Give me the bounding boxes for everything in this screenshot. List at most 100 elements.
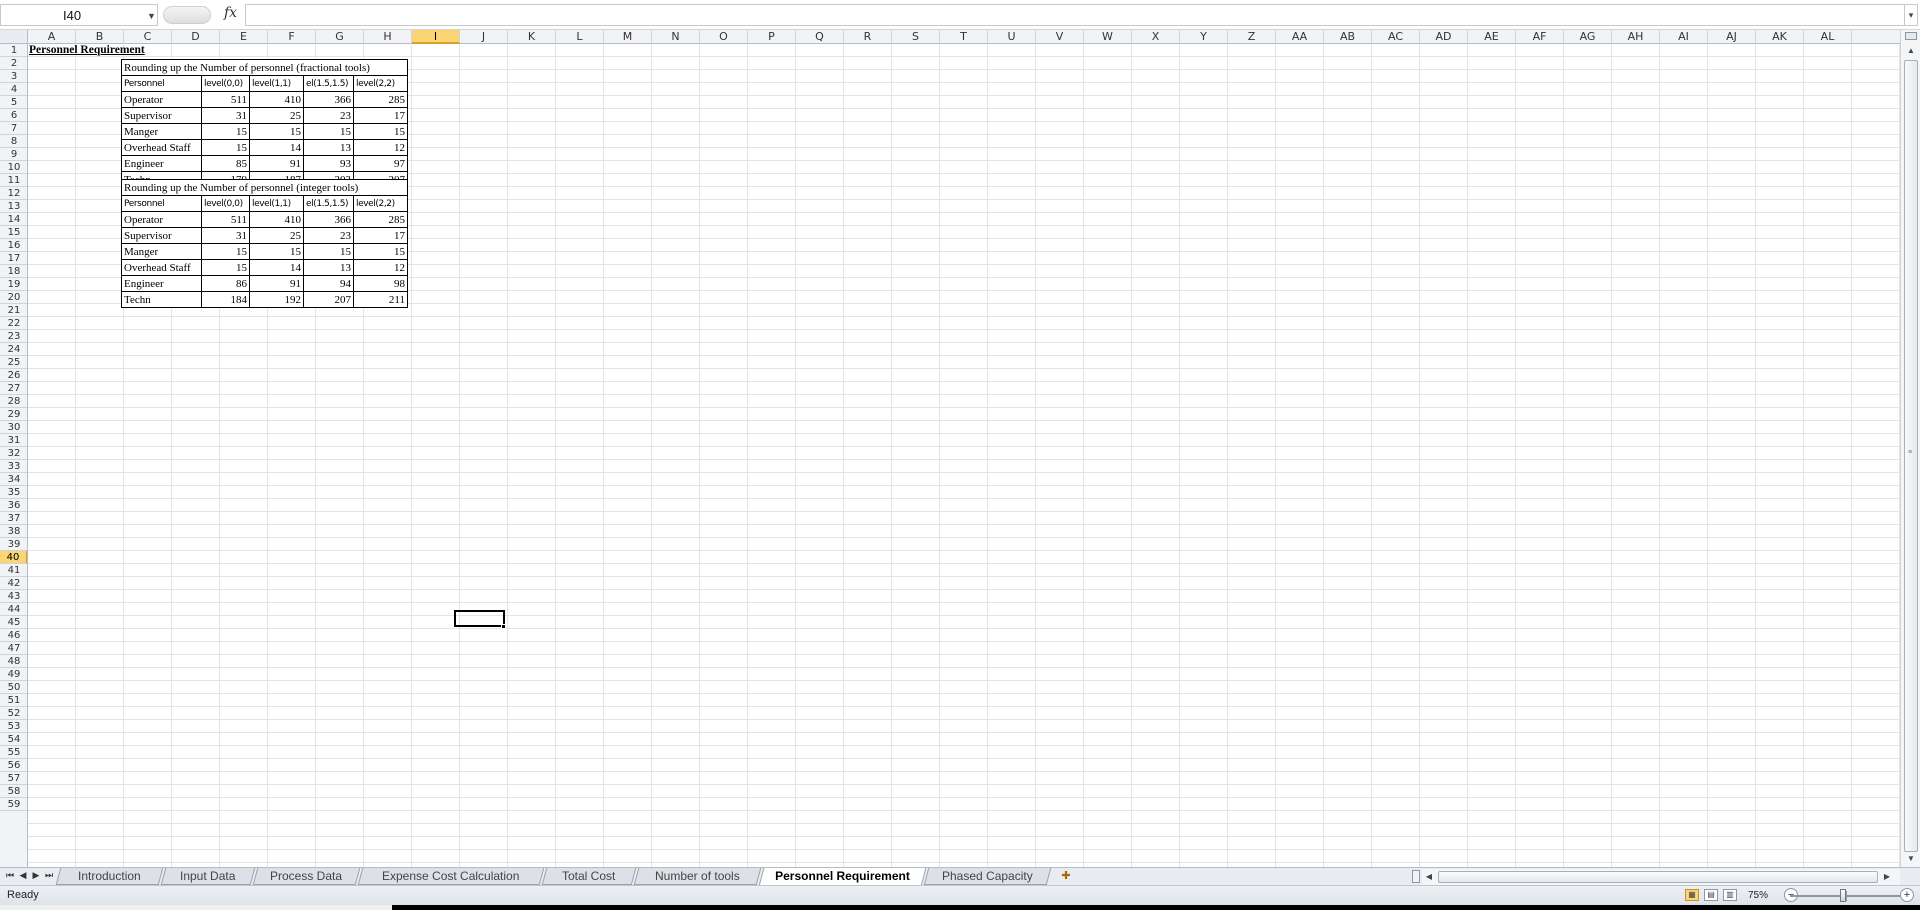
personnel-label-cell[interactable]: Manger [121, 243, 202, 260]
row-header-15[interactable]: 15 [0, 226, 27, 239]
column-header-x[interactable]: X [1132, 30, 1180, 44]
value-cell[interactable]: 85 [201, 155, 250, 172]
value-cell[interactable]: 192 [249, 291, 304, 308]
row-header-46[interactable]: 46 [0, 629, 27, 642]
sheet-tab-personnel-requirement[interactable]: Personnel Requirement [758, 868, 927, 886]
value-cell[interactable]: 14 [249, 259, 304, 276]
value-cell[interactable]: 15 [303, 243, 354, 260]
column-header-o[interactable]: O [700, 30, 748, 44]
formula-bar-handle[interactable] [163, 6, 211, 24]
value-cell[interactable]: 17 [353, 227, 408, 244]
row-header-5[interactable]: 5 [0, 96, 27, 109]
formula-input[interactable] [245, 4, 1905, 26]
row-header-3[interactable]: 3 [0, 70, 27, 83]
row-header-50[interactable]: 50 [0, 681, 27, 694]
value-cell[interactable]: 98 [353, 275, 408, 292]
value-cell[interactable]: 25 [249, 107, 304, 124]
value-cell[interactable]: 31 [201, 107, 250, 124]
value-cell[interactable]: 184 [201, 291, 250, 308]
row-header-11[interactable]: 11 [0, 174, 27, 187]
row-header-41[interactable]: 41 [0, 564, 27, 577]
select-all-corner[interactable] [0, 30, 28, 44]
column-header-j[interactable]: J [460, 30, 508, 44]
row-header-36[interactable]: 36 [0, 499, 27, 512]
row-header-45[interactable]: 45 [0, 616, 27, 629]
value-cell[interactable]: 15 [201, 259, 250, 276]
sheet-tab-introduction[interactable]: Introduction [55, 868, 164, 885]
table-header-cell[interactable]: level(0,0) [201, 195, 250, 212]
sheet-tab-phased-capacity[interactable]: Phased Capacity [923, 868, 1052, 885]
value-cell[interactable]: 15 [201, 123, 250, 140]
row-header-13[interactable]: 13 [0, 200, 27, 213]
row-header-47[interactable]: 47 [0, 642, 27, 655]
row-header-48[interactable]: 48 [0, 655, 27, 668]
personnel-label-cell[interactable]: Overhead Staff [121, 259, 202, 276]
value-cell[interactable]: 97 [353, 155, 408, 172]
row-header-24[interactable]: 24 [0, 343, 27, 356]
row-header-40[interactable]: 40 [0, 551, 27, 564]
row-header-18[interactable]: 18 [0, 265, 27, 278]
row-header-43[interactable]: 43 [0, 590, 27, 603]
row-header-31[interactable]: 31 [0, 434, 27, 447]
column-header-ai[interactable]: AI [1660, 30, 1708, 44]
column-header-m[interactable]: M [604, 30, 652, 44]
sheet-tab-number-of-tools[interactable]: Number of tools [633, 868, 762, 885]
column-header-t[interactable]: T [940, 30, 988, 44]
vertical-scroll-thumb[interactable]: ≡ [1904, 60, 1918, 852]
column-header-c[interactable]: C [124, 30, 172, 44]
column-header-y[interactable]: Y [1180, 30, 1228, 44]
row-header-22[interactable]: 22 [0, 317, 27, 330]
table-header-cell[interactable]: level(1,1) [249, 75, 304, 92]
value-cell[interactable]: 12 [353, 259, 408, 276]
vertical-scrollbar[interactable]: ▲ ≡ ▼ [1900, 30, 1920, 867]
value-cell[interactable]: 86 [201, 275, 250, 292]
row-header-28[interactable]: 28 [0, 395, 27, 408]
column-header-d[interactable]: D [172, 30, 220, 44]
column-header-ab[interactable]: AB [1324, 30, 1372, 44]
scroll-down-arrow-icon[interactable]: ▼ [1903, 852, 1919, 866]
table-header-cell[interactable]: level(2,2) [353, 75, 408, 92]
row-header-51[interactable]: 51 [0, 694, 27, 707]
value-cell[interactable]: 23 [303, 227, 354, 244]
table-header-cell[interactable]: level(0,0) [201, 75, 250, 92]
column-header-ad[interactable]: AD [1420, 30, 1468, 44]
page-layout-view-icon[interactable]: ▤ [1704, 889, 1718, 901]
column-header-p[interactable]: P [748, 30, 796, 44]
value-cell[interactable]: 511 [201, 211, 250, 228]
column-header-af[interactable]: AF [1516, 30, 1564, 44]
row-header-21[interactable]: 21 [0, 304, 27, 317]
row-header-38[interactable]: 38 [0, 525, 27, 538]
insert-sheet-icon[interactable]: ✚ [1055, 869, 1077, 883]
table-header-cell[interactable]: level(1,1) [249, 195, 304, 212]
value-cell[interactable]: 13 [303, 139, 354, 156]
value-cell[interactable]: 23 [303, 107, 354, 124]
value-cell[interactable]: 15 [201, 139, 250, 156]
next-sheet-icon[interactable]: ▶ [30, 870, 42, 881]
column-header-e[interactable]: E [220, 30, 268, 44]
table-header-cell[interactable]: el(1.5,1.5) [303, 75, 354, 92]
row-header-25[interactable]: 25 [0, 356, 27, 369]
scroll-right-arrow-icon[interactable]: ▶ [1880, 869, 1894, 885]
table-caption[interactable]: Rounding up the Number of personnel (fra… [121, 59, 408, 76]
column-header-al[interactable]: AL [1804, 30, 1852, 44]
personnel-label-cell[interactable]: Overhead Staff [121, 139, 202, 156]
zoom-in-icon[interactable]: + [1900, 888, 1914, 902]
column-header-n[interactable]: N [652, 30, 700, 44]
row-header-52[interactable]: 52 [0, 707, 27, 720]
horizontal-split-handle[interactable] [1412, 870, 1420, 883]
row-header-2[interactable]: 2 [0, 57, 27, 70]
personnel-label-cell[interactable]: Manger [121, 123, 202, 140]
value-cell[interactable]: 15 [249, 243, 304, 260]
row-header-56[interactable]: 56 [0, 759, 27, 772]
value-cell[interactable]: 91 [249, 155, 304, 172]
row-header-12[interactable]: 12 [0, 187, 27, 200]
column-header-ah[interactable]: AH [1612, 30, 1660, 44]
zoom-slider-thumb[interactable] [1839, 889, 1846, 902]
row-header-26[interactable]: 26 [0, 369, 27, 382]
value-cell[interactable]: 207 [303, 291, 354, 308]
row-header-19[interactable]: 19 [0, 278, 27, 291]
value-cell[interactable]: 17 [353, 107, 408, 124]
personnel-label-cell[interactable]: Supervisor [121, 107, 202, 124]
value-cell[interactable]: 511 [201, 91, 250, 108]
zoom-level[interactable]: 75% [1748, 890, 1768, 901]
